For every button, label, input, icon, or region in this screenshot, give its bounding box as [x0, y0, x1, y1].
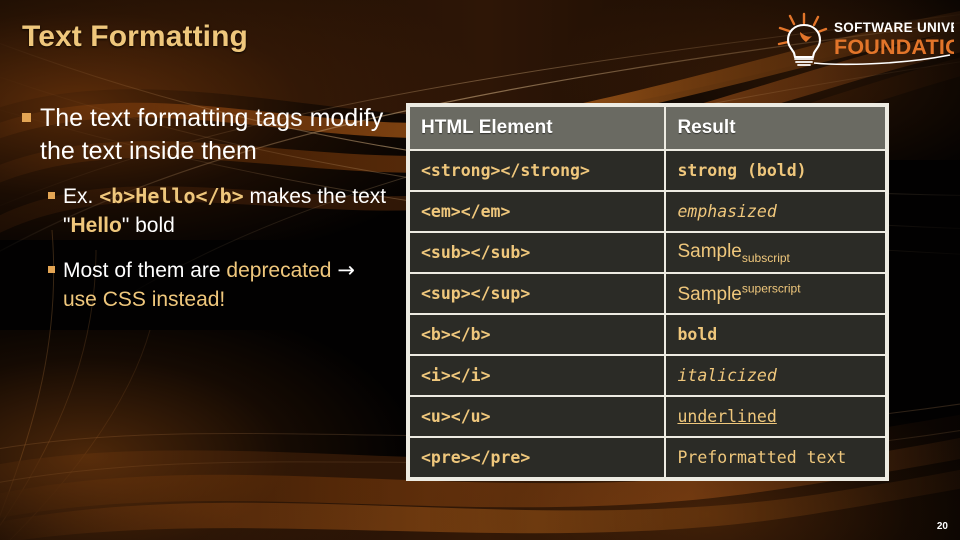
- example-prefix: Ex.: [63, 185, 100, 208]
- html-elements-table: HTML Element Result <strong></strong> str…: [406, 103, 889, 481]
- example-code: <b>Hello</b>: [99, 184, 244, 208]
- bullet-item-1: The text formatting tags modify the text…: [18, 102, 390, 168]
- element-code: <i></i>: [421, 365, 491, 385]
- table-row: <sup></sup> Samplesuperscript: [410, 274, 885, 313]
- cell-result: Samplesuperscript: [666, 274, 885, 313]
- bullet-marker-icon: [22, 113, 31, 122]
- header-html-element: HTML Element: [410, 107, 665, 149]
- cell-result: bold: [666, 315, 885, 354]
- example-highlight: Hello: [70, 214, 122, 237]
- element-code: <u></u>: [421, 406, 491, 426]
- use-css-text: use CSS instead!: [63, 288, 226, 311]
- deprecated-white-text: Most of them are: [63, 259, 227, 282]
- software-university-foundation-logo: SOFTWARE UNIVERSITY FOUNDATION: [764, 8, 960, 70]
- element-code: <b></b>: [421, 324, 491, 344]
- result-text: Samplesuperscript: [677, 281, 801, 305]
- element-code: <sub></sub>: [421, 242, 531, 262]
- result-text: italicized: [677, 365, 777, 385]
- example-suffix: " bold: [121, 214, 175, 237]
- slide-canvas: Text Formatting SOFTWARE UNIVERSITY FOUN…: [0, 0, 960, 540]
- cell-result: emphasized: [666, 192, 885, 231]
- result-text: underlined: [677, 406, 777, 426]
- result-text: bold: [677, 324, 718, 344]
- element-code: <pre></pre>: [421, 447, 531, 467]
- table-header-row: HTML Element Result: [410, 107, 885, 149]
- table-row: <em></em> emphasized: [410, 192, 885, 231]
- element-code: <strong></strong>: [421, 160, 590, 180]
- bullet-1-text: The text formatting tags modify the text…: [40, 104, 384, 165]
- result-text: strong (bold): [677, 160, 807, 180]
- cell-html-element: <sup></sup>: [410, 274, 665, 313]
- table-row: <b></b> bold: [410, 315, 885, 354]
- right-arrow-icon: →: [337, 258, 355, 282]
- logo-line1: SOFTWARE UNIVERSITY: [834, 20, 954, 35]
- table-row: <u></u> underlined: [410, 397, 885, 436]
- table-row: <i></i> italicized: [410, 356, 885, 395]
- content-body: The text formatting tags modify the text…: [18, 102, 390, 330]
- deprecated-gold-text: deprecated: [226, 259, 338, 282]
- result-text: Samplesubscript: [677, 240, 790, 265]
- bullet-item-2: Ex. <b>Hello</b> makes the text "Hello" …: [48, 182, 390, 240]
- result-text: emphasized: [677, 201, 777, 221]
- cell-html-element: <pre></pre>: [410, 438, 665, 477]
- cell-html-element: <b></b>: [410, 315, 665, 354]
- bullet-item-3: Most of them are deprecated → use CSS in…: [48, 256, 390, 314]
- logo-line2: FOUNDATION: [834, 35, 954, 59]
- element-code: <sup></sup>: [421, 283, 531, 303]
- cell-html-element: <u></u>: [410, 397, 665, 436]
- superscript-affix: superscript: [741, 281, 801, 296]
- bullet-marker-icon: [48, 192, 55, 199]
- table-row: <pre></pre> Preformatted text: [410, 438, 885, 477]
- header-result: Result: [666, 107, 885, 149]
- table-row: <strong></strong> strong (bold): [410, 151, 885, 190]
- subscript-affix: subscript: [741, 250, 790, 265]
- cell-html-element: <sub></sub>: [410, 233, 665, 272]
- cell-result: Samplesubscript: [666, 233, 885, 272]
- cell-html-element: <strong></strong>: [410, 151, 665, 190]
- table-row: <sub></sub> Samplesubscript: [410, 233, 885, 272]
- page-number: 20: [936, 521, 948, 532]
- result-text: Preformatted text: [677, 448, 847, 467]
- glow-bottom-left: [0, 330, 400, 540]
- slide-title: Text Formatting: [22, 20, 248, 53]
- bullet-marker-icon: [48, 266, 55, 273]
- cell-html-element: <i></i>: [410, 356, 665, 395]
- bullet-3-text: Most of them are deprecated → use CSS in…: [63, 256, 390, 314]
- cell-result: strong (bold): [666, 151, 885, 190]
- element-code: <em></em>: [421, 201, 511, 221]
- cell-result: underlined: [666, 397, 885, 436]
- cell-html-element: <em></em>: [410, 192, 665, 231]
- bullet-2-text: Ex. <b>Hello</b> makes the text "Hello" …: [63, 182, 390, 240]
- cell-result: Preformatted text: [666, 438, 885, 477]
- cell-result: italicized: [666, 356, 885, 395]
